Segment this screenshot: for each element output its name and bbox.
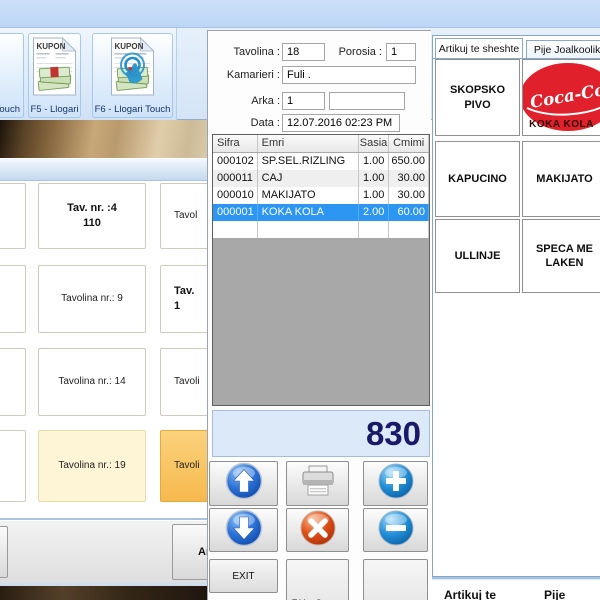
product-button-skopsko-pivo[interactable]: SKOPSKO PIVO — [435, 59, 520, 136]
kupon-receipt-touch-icon: KUPON — [110, 37, 155, 102]
table-button-tav-4[interactable]: Tav. nr. :4 110 — [38, 183, 146, 249]
svg-text:KUPON: KUPON — [36, 42, 65, 51]
grid-row-empty[interactable] — [213, 221, 429, 238]
order-items-grid: Sifra Emri Sasia Cmimi 000102 SP.SEL.RIZ… — [212, 134, 430, 406]
f11-storno-button[interactable]: F11 - Storno — [286, 559, 349, 600]
plus-icon — [377, 462, 415, 505]
product-button-speca-me-laken[interactable]: SPECA ME LAKEN — [522, 219, 600, 293]
order-total-display: 830 — [212, 410, 430, 457]
porosia-field[interactable]: 1 — [386, 43, 416, 61]
product-label: KOKA KOLA — [523, 118, 600, 131]
toolbar-button-f5-llogari[interactable]: KUPON F5 - Llogari — [28, 33, 81, 118]
move-down-button[interactable] — [209, 508, 278, 552]
tavolina-field[interactable]: 18 — [282, 43, 325, 61]
table-button-partial[interactable] — [0, 183, 26, 249]
grid-row[interactable]: 000011 CAJ 1.00 30.00 — [213, 170, 429, 187]
tavolina-label: Tavolina : — [208, 44, 280, 61]
table-button-cut-right[interactable]: Tav. 1 — [160, 265, 207, 333]
svg-text:KUPON: KUPON — [114, 42, 143, 51]
print-button[interactable] — [286, 461, 349, 506]
table-button-partial[interactable] — [0, 348, 26, 416]
toolbar-button-label: Touch — [0, 104, 23, 115]
grid-row[interactable]: 000010 MAKIJATO 1.00 30.00 — [213, 187, 429, 204]
increase-quantity-button[interactable] — [363, 461, 428, 506]
toolbar-button-f6-llogari-touch[interactable]: KUPON F6 - Llogari Touch — [92, 33, 173, 118]
table-button-cut-right-active[interactable]: Tavoli — [160, 430, 207, 502]
tables-window-header-band — [0, 158, 207, 181]
data-label: Data : — [208, 115, 280, 132]
bottom-bar-button-partial[interactable] — [0, 526, 8, 578]
product-button-koka-kola[interactable]: Coca-Cola KOKA KOLA — [522, 59, 600, 136]
kamarieri-label: Kamarieri : — [208, 67, 280, 84]
arrow-down-icon — [225, 509, 263, 552]
table-button-cut-right[interactable]: Tavol — [160, 183, 207, 249]
exit-button[interactable]: EXIT — [209, 559, 278, 593]
bottom-bar-button-anulo-partial[interactable]: An — [172, 524, 207, 580]
grid-row-selected[interactable]: 000001 KOKA KOLA 2.00 60.00 — [213, 204, 429, 221]
printer-icon — [299, 464, 337, 503]
data-field[interactable]: 12.07.2016 02:23 PM — [282, 114, 400, 132]
porosia-label: Porosia : — [330, 44, 382, 61]
toolbar-button-label: F5 - Llogari — [29, 104, 80, 115]
ribbon-top-band — [0, 0, 600, 28]
red-x-icon — [299, 509, 337, 552]
catalog-panel: Artikuj te sheshte Pije Joalkoolike SKOP… — [432, 35, 600, 577]
arrow-up-icon — [225, 462, 263, 505]
delete-item-button[interactable] — [286, 508, 349, 552]
tab-artikuj-te-sheshte[interactable]: Artikuj te sheshte — [435, 38, 523, 58]
decrease-quantity-button[interactable] — [363, 508, 428, 552]
toolbar-button-partial-touch[interactable]: Touch — [0, 33, 24, 118]
minus-icon — [377, 509, 415, 552]
table-button-tavolina-14[interactable]: Tavolina nr.: 14 — [38, 348, 146, 416]
left-bottom-bar: An — [0, 518, 207, 583]
tab-pije-joalkoolike[interactable]: Pije Joalkoolike — [526, 40, 600, 58]
order-panel: Tavolina : 18 Porosia : 1 Kamarieri : Fu… — [207, 30, 431, 600]
grid-header: Sifra Emri Sasia Cmimi — [213, 135, 429, 153]
arka-label: Arka : — [208, 93, 280, 110]
desktop-background-strip — [0, 583, 207, 600]
arka-field-2[interactable] — [329, 92, 405, 110]
background-photo-band — [0, 120, 207, 158]
move-up-button[interactable] — [209, 461, 278, 506]
grid-row[interactable]: 000102 SP.SEL.RIZLING 1.00 650.00 — [213, 153, 429, 170]
f9-incizo-button[interactable]: F9 - Incizo — [363, 559, 428, 600]
product-button-kapucino[interactable]: KAPUCINO — [435, 141, 520, 217]
table-button-tavolina-9[interactable]: Tavolina nr.: 9 — [38, 265, 146, 333]
product-button-ullinje[interactable]: ULLINJE — [435, 219, 520, 293]
table-button-partial[interactable] — [0, 430, 26, 502]
kupon-receipt-money-icon: KUPON — [32, 37, 77, 102]
product-button-makijato[interactable]: MAKIJATO — [522, 141, 600, 217]
tables-panel: Tav. nr. :4 110 Tavol Tavolina nr.: 9 Ta… — [0, 181, 207, 518]
table-button-partial[interactable] — [0, 265, 26, 333]
clipped-caption-right: Pije — [544, 588, 565, 600]
table-button-cut-right[interactable]: Tavoli — [160, 348, 207, 416]
clipped-caption-left: Artikuj te — [444, 588, 496, 600]
bottom-right-clipped-strip: Artikuj te Pije — [432, 577, 600, 600]
kamarieri-field[interactable]: Fuli . — [282, 66, 416, 84]
table-button-tavolina-19[interactable]: Tavolina nr.: 19 — [38, 430, 146, 502]
arka-field[interactable]: 1 — [282, 92, 325, 110]
toolbar-button-label: F6 - Llogari Touch — [93, 104, 172, 115]
